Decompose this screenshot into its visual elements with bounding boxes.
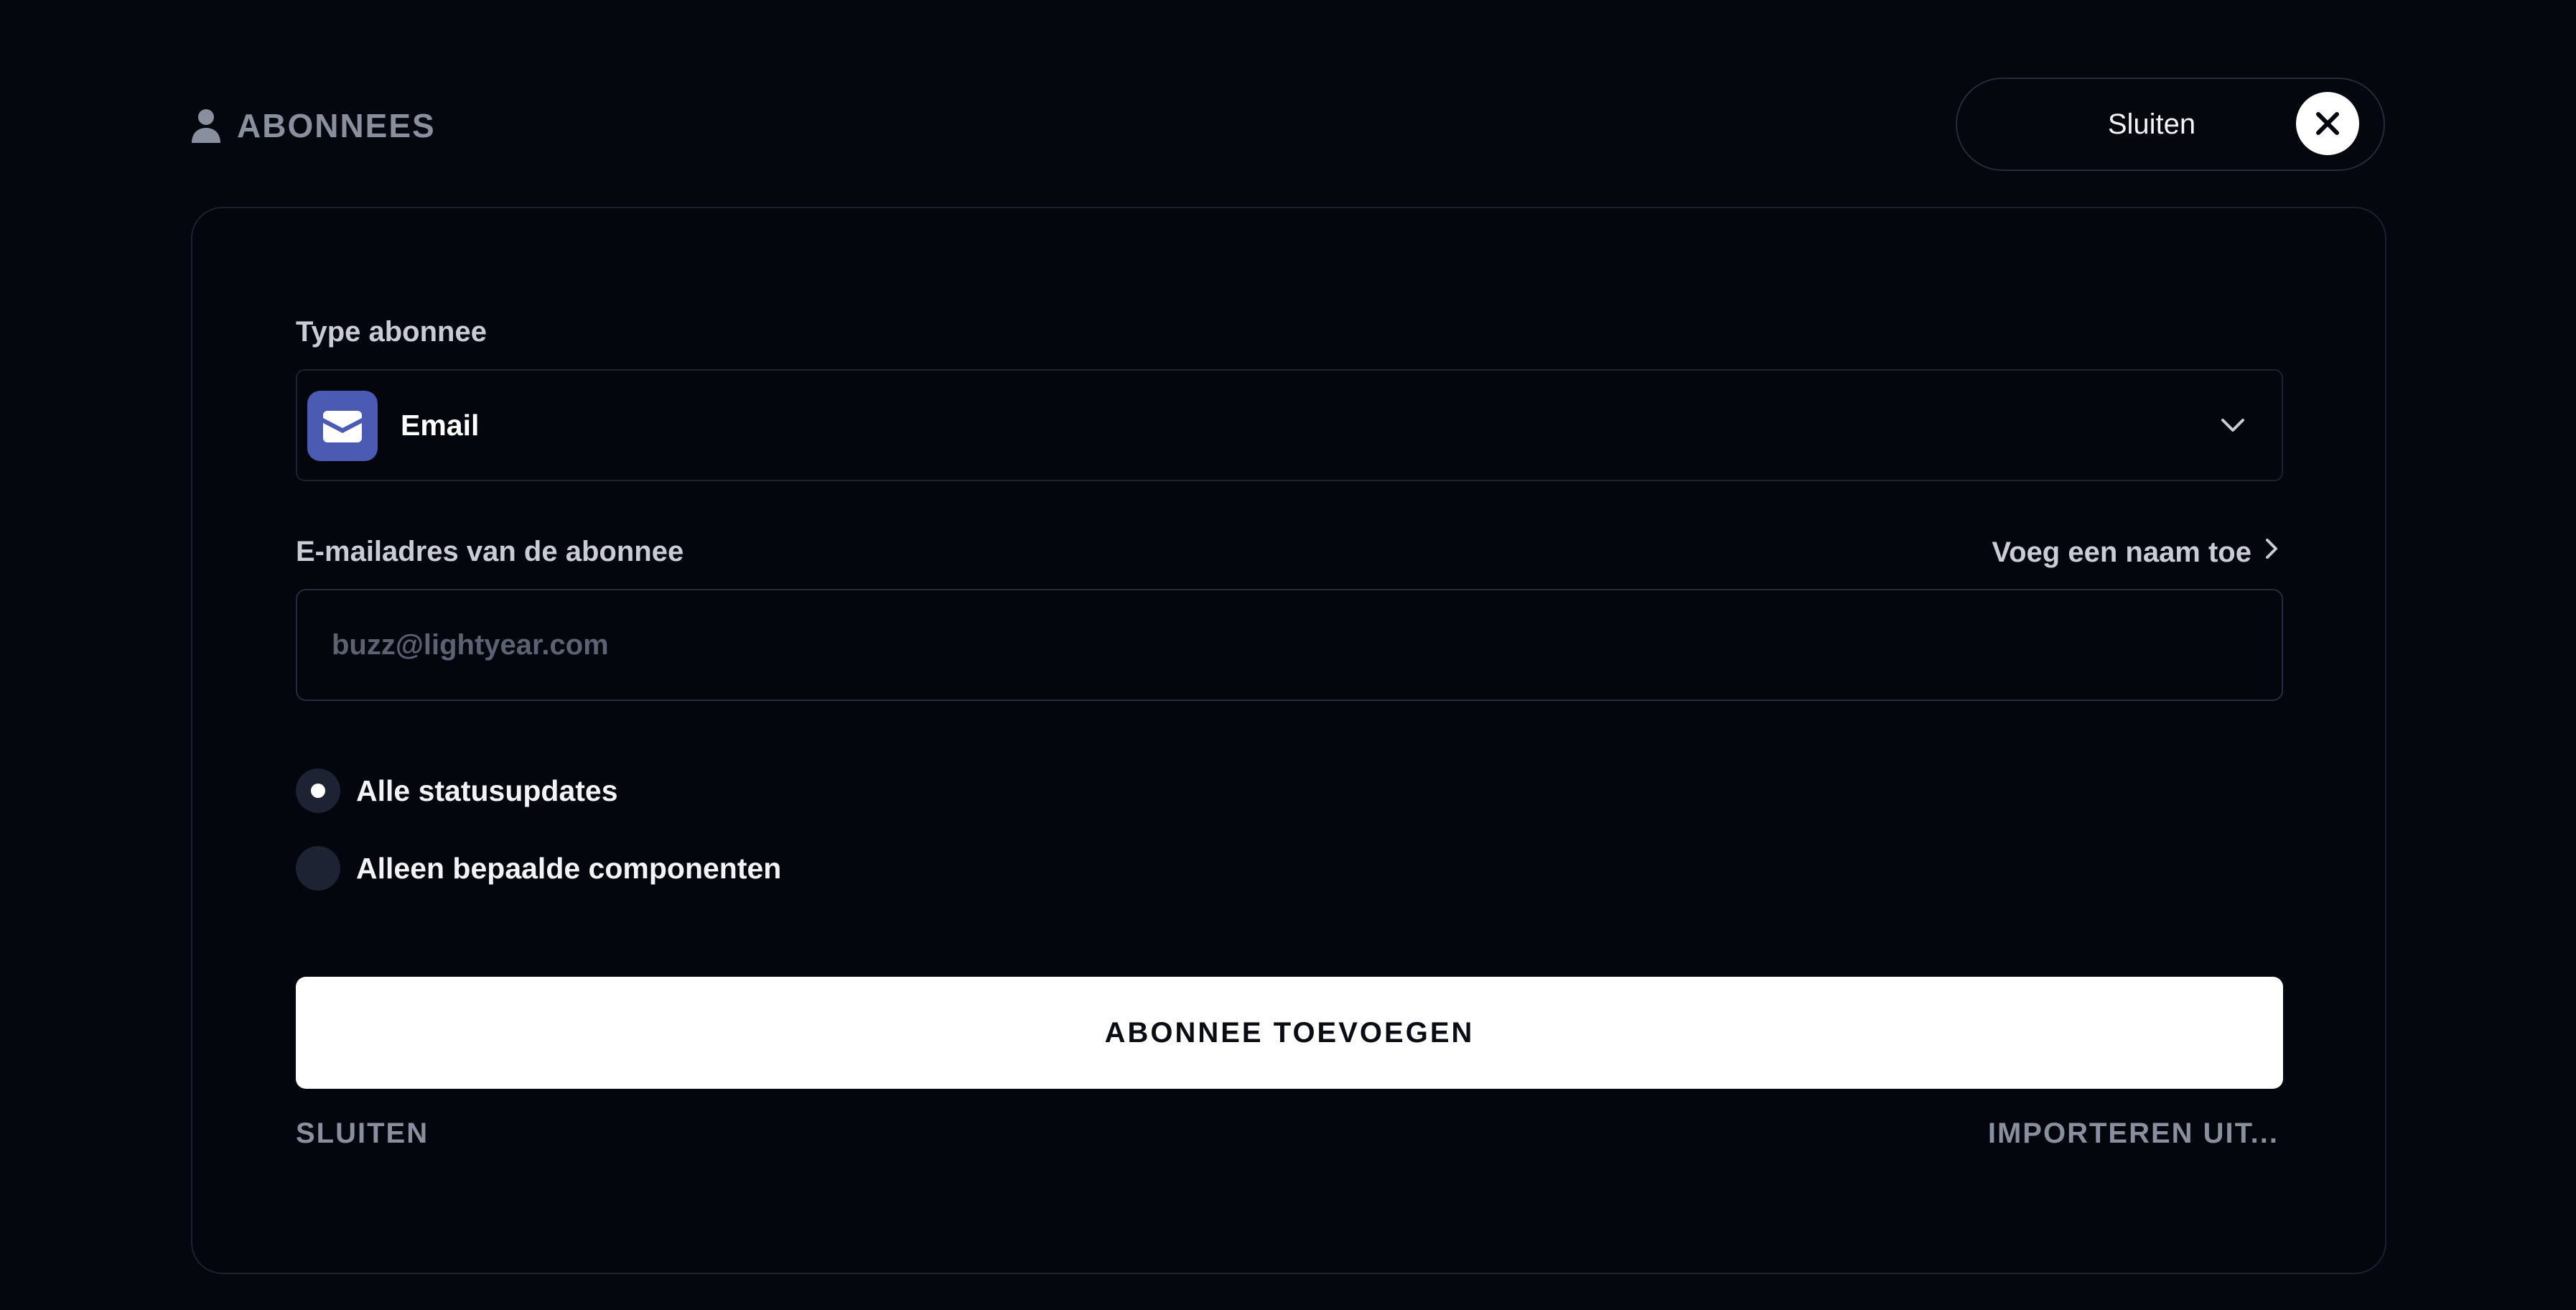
- add-name-link[interactable]: Voeg een naam toe: [1992, 536, 2279, 569]
- add-subscriber-card: Type abonnee Email E-mailadres van de ab…: [191, 207, 2386, 1274]
- radio-specific-components[interactable]: Alleen bepaalde componenten: [296, 846, 781, 891]
- close-link[interactable]: SLUITEN: [296, 1118, 429, 1150]
- email-field[interactable]: [296, 589, 2283, 701]
- chevron-down-icon: [2220, 412, 2246, 442]
- radio-button[interactable]: [296, 846, 340, 891]
- import-from-link[interactable]: IMPORTEREN UIT...: [1988, 1118, 2279, 1150]
- add-subscriber-button[interactable]: ABONNEE TOEVOEGEN: [296, 977, 2283, 1089]
- subscriber-type-value: Email: [401, 409, 480, 442]
- envelope-icon: [307, 391, 378, 461]
- close-button[interactable]: Sluiten: [1956, 78, 2385, 171]
- radio-specific-components-label: Alleen bepaalde componenten: [356, 851, 782, 885]
- email-field-label: E-mailadres van de abonnee: [296, 536, 684, 567]
- subscriber-type-select[interactable]: Email: [296, 369, 2283, 481]
- radio-all-updates[interactable]: Alle statusupdates: [296, 768, 618, 813]
- add-name-link-label: Voeg een naam toe: [1992, 536, 2251, 568]
- subscribers-page: ABONNEES Sluiten Type abonnee Email E-ma…: [0, 0, 2576, 1310]
- person-icon: [191, 108, 221, 143]
- subscriber-type-label: Type abonnee: [296, 316, 487, 348]
- chevron-right-icon: [2264, 536, 2279, 569]
- page-header: ABONNEES: [191, 106, 436, 145]
- radio-button-selected[interactable]: [296, 768, 340, 813]
- close-button-label: Sluiten: [2107, 108, 2196, 140]
- close-icon[interactable]: [2296, 92, 2359, 155]
- radio-all-updates-label: Alle statusupdates: [356, 774, 618, 807]
- page-title: ABONNEES: [237, 107, 436, 144]
